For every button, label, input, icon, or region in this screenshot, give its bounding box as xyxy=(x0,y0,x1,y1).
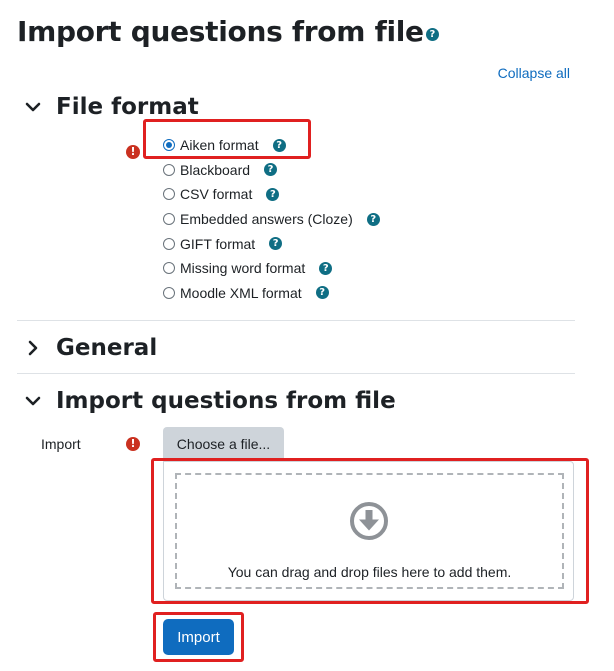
radio-button-cloze[interactable] xyxy=(163,213,175,226)
radio-button-csv[interactable] xyxy=(163,188,175,201)
import-field-label: Import xyxy=(41,436,81,452)
section-divider xyxy=(17,320,575,321)
section-title-file-format: File format xyxy=(56,94,199,120)
format-option[interactable]: Blackboard ? xyxy=(163,158,380,183)
chevron-down-icon xyxy=(25,102,41,112)
choose-file-button[interactable]: Choose a file... xyxy=(163,427,284,461)
radio-button-blackboard[interactable] xyxy=(163,163,175,176)
radio-label[interactable]: Aiken format xyxy=(180,137,259,153)
question-circle-icon[interactable]: ? xyxy=(366,212,380,226)
format-option[interactable]: Aiken format ? xyxy=(163,133,380,158)
question-circle-icon[interactable]: ? xyxy=(266,187,280,201)
radio-button-moodle-xml[interactable] xyxy=(163,286,175,299)
section-header-import[interactable]: Import questions from file xyxy=(24,386,396,416)
page-title-text: Import questions from file xyxy=(17,15,424,48)
required-icon: ! xyxy=(126,437,140,451)
download-arrow-icon xyxy=(350,502,388,540)
format-option[interactable]: GIFT format ? xyxy=(163,231,380,256)
question-circle-icon[interactable]: ? xyxy=(319,261,333,275)
section-title-general: General xyxy=(56,335,158,361)
radio-label[interactable]: Embedded answers (Cloze) xyxy=(180,211,353,227)
section-divider xyxy=(17,373,575,374)
chevron-down-icon xyxy=(25,396,41,406)
chevron-right-icon xyxy=(28,340,38,356)
drop-zone-text: You can drag and drop files here to add … xyxy=(227,564,512,580)
radio-label[interactable]: Missing word format xyxy=(180,260,305,276)
radio-button-gift[interactable] xyxy=(163,237,175,250)
file-format-radio-group: Aiken format ? Blackboard ? CSV format ?… xyxy=(163,133,380,305)
page-title: Import questions from file? xyxy=(17,14,439,50)
radio-label[interactable]: CSV format xyxy=(180,186,252,202)
format-option[interactable]: Missing word format ? xyxy=(163,256,380,281)
collapse-all-link[interactable]: Collapse all xyxy=(498,65,570,81)
section-header-general[interactable]: General xyxy=(24,333,157,363)
radio-label[interactable]: Moodle XML format xyxy=(180,285,302,301)
format-option[interactable]: Moodle XML format ? xyxy=(163,281,380,306)
question-circle-icon[interactable]: ? xyxy=(272,138,286,152)
question-circle-icon[interactable]: ? xyxy=(269,237,283,251)
format-option[interactable]: CSV format ? xyxy=(163,182,380,207)
section-header-file-format[interactable]: File format xyxy=(24,92,199,122)
radio-label[interactable]: GIFT format xyxy=(180,236,255,252)
question-circle-icon[interactable]: ? xyxy=(264,163,278,177)
question-circle-icon[interactable]: ? xyxy=(315,286,329,300)
radio-button-aiken[interactable] xyxy=(163,139,175,152)
format-option[interactable]: Embedded answers (Cloze) ? xyxy=(163,207,380,232)
radio-label[interactable]: Blackboard xyxy=(180,162,250,178)
required-icon: ! xyxy=(126,145,140,159)
section-title-import: Import questions from file xyxy=(56,388,396,414)
radio-button-missing-word[interactable] xyxy=(163,262,175,275)
import-submit-button[interactable]: Import xyxy=(163,619,234,655)
question-circle-icon[interactable]: ? xyxy=(425,27,439,41)
